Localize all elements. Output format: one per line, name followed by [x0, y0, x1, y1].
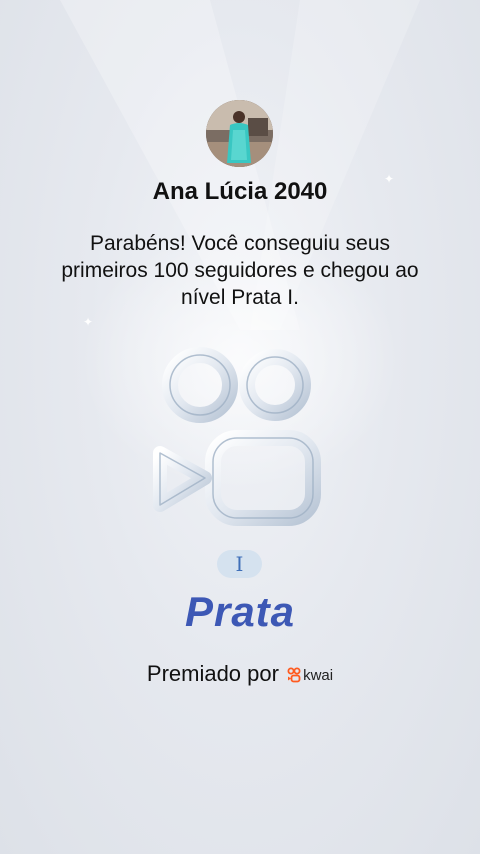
- avatar[interactable]: [206, 100, 273, 167]
- kwai-small-logo-icon: [287, 667, 301, 683]
- brand-name: kwai: [303, 666, 334, 684]
- kwai-logo-icon: [153, 347, 321, 526]
- awarded-by-label: Premiado por: [146, 661, 279, 686]
- level-badge: I: [217, 550, 262, 578]
- sparkle-icon: ✦: [83, 315, 94, 329]
- tier-title: Prata: [184, 588, 296, 635]
- awarded-by: Premiado por kwai: [0, 661, 480, 687]
- profile-name: Ana Lúcia 2040: [152, 178, 328, 205]
- congratulations-message: Parabéns! Você conseguiu seus primeiros …: [61, 232, 419, 309]
- kwai-brand: kwai: [287, 667, 333, 684]
